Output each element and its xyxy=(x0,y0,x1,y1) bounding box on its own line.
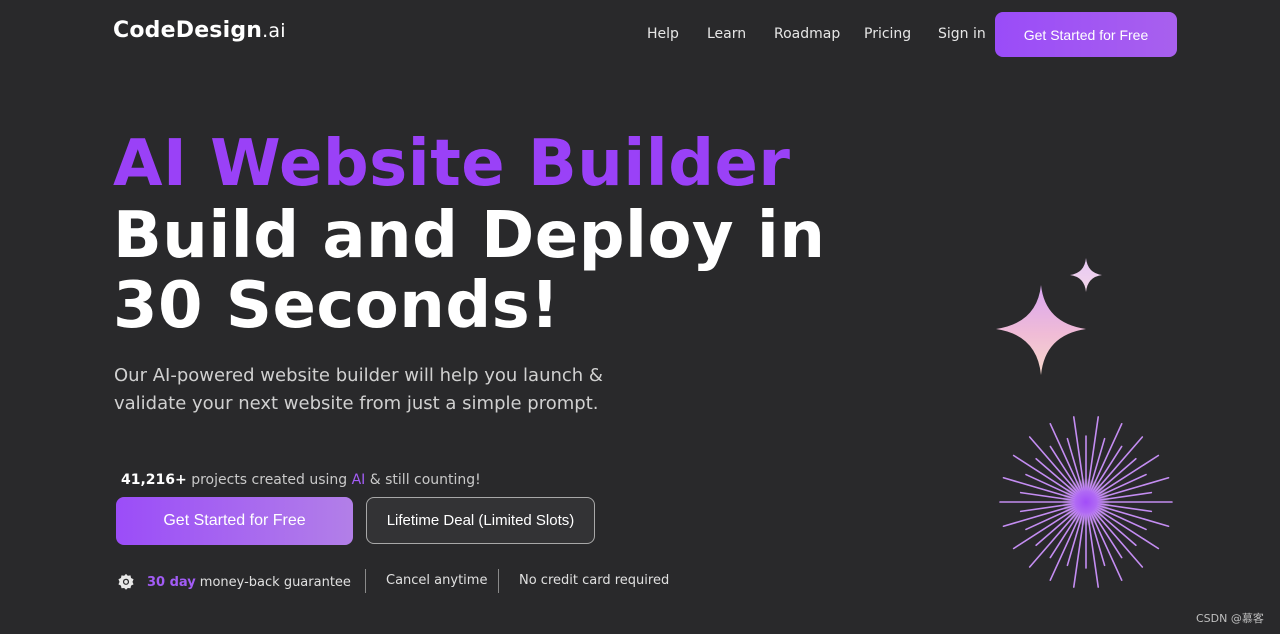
projects-counter: 41,216+ projects created using AI & stil… xyxy=(121,472,481,488)
nav-pricing-link[interactable]: Pricing xyxy=(864,26,911,42)
money-back-guarantee: 30 day money-back guarantee xyxy=(117,573,351,591)
cancel-anytime: Cancel anytime xyxy=(386,573,488,588)
projects-text-after: & still counting! xyxy=(365,472,481,488)
header-get-started-button[interactable]: Get Started for Free xyxy=(995,12,1177,57)
projects-ai-highlight: AI xyxy=(351,472,366,488)
projects-count: 41,216+ xyxy=(121,472,187,488)
logo[interactable]: CodeDesign.ai xyxy=(113,18,286,43)
starburst-icon xyxy=(999,416,1173,588)
watermark: CSDN @慕客 xyxy=(1196,612,1264,625)
guarantee-text: money-back guarantee xyxy=(199,574,351,590)
no-credit-card: No credit card required xyxy=(519,573,670,588)
hero-subtitle: Our AI-powered website builder will help… xyxy=(114,365,603,414)
nav-signin-link[interactable]: Sign in xyxy=(938,26,986,42)
divider xyxy=(365,569,366,593)
hero-title-line2: Build and Deploy in xyxy=(113,199,826,273)
hero-title-line3: 30 Seconds! xyxy=(113,269,560,343)
projects-text-before: projects created using xyxy=(186,472,352,488)
nav-learn-link[interactable]: Learn xyxy=(707,26,746,42)
nav-roadmap-link[interactable]: Roadmap xyxy=(774,26,840,42)
landing-page: CodeDesign.ai Help Learn Roadmap Pricing… xyxy=(0,0,1280,634)
lifetime-deal-button[interactable]: Lifetime Deal (Limited Slots) xyxy=(366,497,595,544)
sparkle-large-icon xyxy=(996,285,1086,375)
nav-help-link[interactable]: Help xyxy=(647,26,679,42)
award-badge-icon xyxy=(118,573,134,590)
get-started-button[interactable]: Get Started for Free xyxy=(116,497,353,545)
logo-main-text: CodeDesign xyxy=(113,18,263,43)
hero-title-line1: AI Website Builder xyxy=(113,127,791,201)
divider xyxy=(498,569,499,593)
guarantee-days: 30 day xyxy=(147,574,196,590)
logo-suffix-text: .ai xyxy=(262,20,286,42)
